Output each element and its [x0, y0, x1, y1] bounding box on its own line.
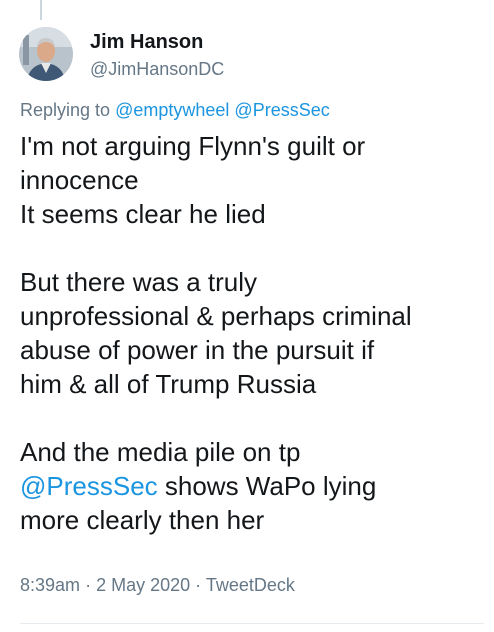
- tweet-line: I'm not arguing Flynn's guilt or: [20, 131, 366, 161]
- tweet-mention-suffix: shows WaPo lying: [157, 471, 377, 501]
- avatar[interactable]: [19, 27, 73, 81]
- meta-separator: ·: [195, 575, 202, 595]
- tweet-line: But there was a truly: [20, 267, 257, 297]
- thread-connector-line: [40, 0, 42, 20]
- meta-separator: ·: [85, 575, 92, 595]
- tweet-line: unprofessional & perhaps criminal: [20, 301, 412, 331]
- tweet-line-with-mention: @PressSec shows WaPo lying: [20, 469, 485, 503]
- tweet-metadata: 8:39am · 2 May 2020 · TweetDeck: [20, 575, 295, 596]
- tweet-mention-presssec[interactable]: @PressSec: [20, 471, 158, 501]
- author-name[interactable]: Jim Hanson: [90, 31, 203, 54]
- divider: [20, 623, 484, 624]
- reply-context: Replying to @emptywheel @PressSec: [20, 100, 330, 121]
- tweet-line: It seems clear he lied: [20, 199, 266, 229]
- tweet-line: And the media pile on tp: [20, 437, 301, 467]
- reply-mention-presssec[interactable]: @PressSec: [234, 100, 329, 120]
- reply-mention-emptywheel[interactable]: @emptywheel: [115, 100, 229, 120]
- reply-prefix: Replying to: [20, 100, 111, 120]
- tweet-time[interactable]: 8:39am: [20, 575, 80, 595]
- author-handle[interactable]: @JimHansonDC: [90, 59, 224, 80]
- tweet-line: him & all of Trump Russia: [20, 369, 317, 399]
- tweet-line: more clearly then her: [20, 505, 265, 535]
- tweet-line: abuse of power in the pursuit if: [20, 335, 375, 365]
- tweet-source[interactable]: TweetDeck: [206, 575, 295, 595]
- tweet-date[interactable]: 2 May 2020: [96, 575, 190, 595]
- tweet-line: innocence: [20, 165, 139, 195]
- user-avatar-icon: [19, 27, 73, 81]
- tweet-text: I'm not arguing Flynn's guilt or innocen…: [20, 129, 485, 537]
